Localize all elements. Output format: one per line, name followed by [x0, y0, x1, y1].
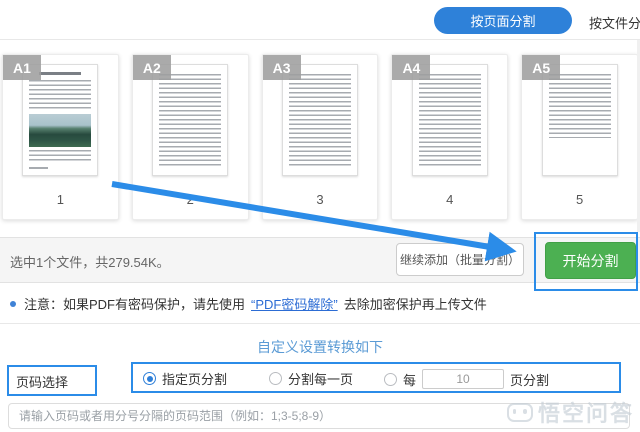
radio-split-specified-pages[interactable]: 指定页分割 [143, 369, 227, 388]
page-preview [22, 64, 98, 176]
pdf-page-thumbnail[interactable]: A2 2 [132, 54, 249, 220]
pdf-page-thumbnail[interactable]: A4 4 [391, 54, 508, 220]
note-row: 注意：如果PDF有密码保护，请先使用 “PDF密码解除” 去除加密保护再上传文件 [0, 284, 640, 324]
thumb-page-number: 5 [522, 192, 637, 207]
pdf-page-thumbnail[interactable]: A3 3 [262, 54, 379, 220]
action-bar: 选中1个文件，共279.54K。 继续添加（批量分割） 开始分割 [0, 237, 640, 283]
start-split-button[interactable]: 开始分割 [545, 242, 636, 279]
thumb-page-number: 3 [263, 192, 378, 207]
note-suffix: 去除加密保护再上传文件 [344, 294, 487, 313]
pdf-password-remove-link[interactable]: “PDF密码解除” [251, 294, 338, 313]
page-preview [412, 64, 488, 176]
radio-split-every-n-pages[interactable]: 每 页分割 [384, 369, 549, 389]
page-preview [282, 64, 358, 176]
page-select-label: 页码选择 [16, 372, 68, 391]
radio-unselected-icon[interactable] [269, 372, 282, 385]
settings-heading: 自定义设置转换如下 [0, 337, 640, 357]
thumb-page-number: 1 [3, 192, 118, 207]
page-text-lines [29, 80, 91, 111]
selection-summary: 选中1个文件，共279.54K。 [10, 252, 170, 271]
page-preview [542, 64, 618, 176]
page-range-input[interactable] [8, 403, 630, 429]
thumb-page-number: 4 [392, 192, 507, 207]
radio-selected-icon[interactable] [143, 372, 156, 385]
page-text-lines [549, 74, 611, 138]
thumb-page-number: 2 [133, 192, 248, 207]
pages-per-split-input[interactable] [422, 369, 504, 389]
header-bar: 按页面分割 按文件分割 [0, 0, 640, 40]
split-by-page-button[interactable]: 按页面分割 [434, 7, 572, 34]
page-photo [29, 114, 91, 147]
split-by-file-button[interactable]: 按文件分割 [589, 13, 640, 32]
note-prefix: 注意：如果PDF有密码保护，请先使用 [24, 294, 245, 313]
thumb-label: A1 [3, 55, 41, 80]
thumb-label: A4 [392, 55, 430, 80]
radio-label-suffix: 页分割 [510, 370, 549, 389]
radio-label: 指定页分割 [162, 369, 227, 388]
radio-unselected-icon[interactable] [384, 373, 397, 386]
thumbnail-strip: A1 1 A2 2 A3 3 A4 [0, 40, 640, 232]
page-title-line [39, 72, 81, 75]
thumb-label: A5 [522, 55, 560, 80]
pdf-page-thumbnail[interactable]: A5 5 [521, 54, 638, 220]
thumb-label: A3 [263, 55, 301, 80]
continue-add-button[interactable]: 继续添加（批量分割） [396, 243, 524, 276]
radio-label: 分割每一页 [288, 369, 353, 388]
page-text-lines [159, 74, 221, 166]
page-text-lines [289, 74, 351, 166]
page-preview [152, 64, 228, 176]
radio-split-every-page[interactable]: 分割每一页 [269, 369, 353, 388]
page-text-lines [419, 74, 481, 166]
radio-label-prefix: 每 [403, 370, 416, 389]
pdf-page-thumbnail[interactable]: A1 1 [2, 54, 119, 220]
thumb-label: A2 [133, 55, 171, 80]
bullet-dot-icon [10, 301, 16, 307]
page-text-lines [29, 167, 48, 169]
page-text-lines [29, 150, 91, 163]
